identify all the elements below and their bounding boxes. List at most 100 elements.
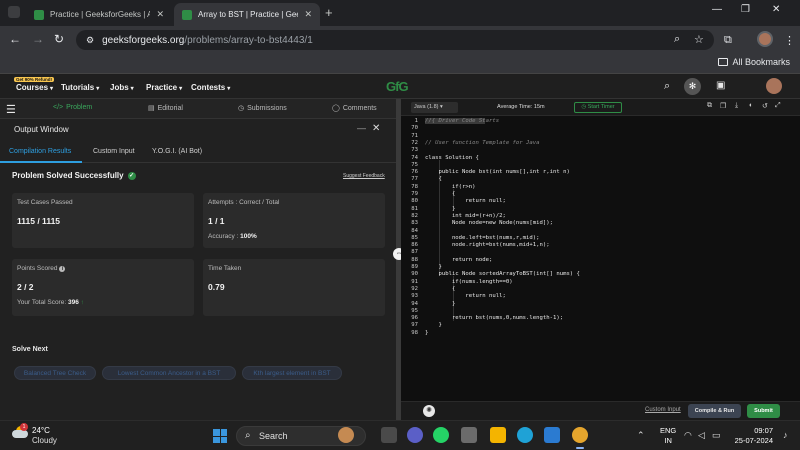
start-timer-button[interactable]: ◷ Start Timer <box>574 102 622 113</box>
tab-custom-input[interactable]: Custom Input <box>93 148 135 155</box>
tab-problem[interactable]: </> Problem <box>53 104 92 111</box>
code-icon: </> <box>53 104 64 111</box>
clock-icon: ◷ <box>238 105 245 112</box>
line-number: 70 <box>411 125 418 132</box>
line-number: 89 <box>411 264 418 270</box>
suggest-feedback-link[interactable]: Suggest Feedback <box>343 173 385 179</box>
app-icon[interactable] <box>461 427 477 443</box>
line-number: 94 <box>411 300 418 307</box>
custom-input-link[interactable]: Custom Input <box>645 407 681 413</box>
browser-tab-array-to-bst[interactable]: Array to BST | Practice | Geeksfo ✕ <box>174 3 320 26</box>
chevron-down-icon: ▾ <box>130 86 134 92</box>
card-value: 0.79 <box>208 282 225 292</box>
chrome-menu-icon[interactable]: ⋮ <box>784 34 795 47</box>
whatsapp-icon[interactable] <box>433 427 449 443</box>
site-info-icon[interactable]: ⚙ <box>86 35 94 46</box>
close-window-icon[interactable]: ✕ <box>772 4 780 15</box>
line-number: 93 <box>411 293 418 300</box>
new-tab-icon[interactable]: + <box>325 5 333 20</box>
download-icon[interactable]: ⤓ <box>735 102 738 110</box>
nav-contests[interactable]: Contests ▾ <box>191 83 230 92</box>
document-icon: ▤ <box>148 105 155 112</box>
reload-icon[interactable]: ↻ <box>54 32 64 46</box>
nav-tutorials[interactable]: Tutorials ▾ <box>61 83 99 92</box>
tab-submissions[interactable]: ◷ Submissions <box>238 104 287 112</box>
taskbar-search-label: Search <box>259 431 288 441</box>
user-avatar[interactable] <box>766 78 782 94</box>
reset-icon[interactable]: ↺ <box>762 102 768 110</box>
line-number: 97 <box>411 322 418 329</box>
restore-window-icon[interactable]: ❐ <box>741 4 750 15</box>
address-bar[interactable]: ⚙ geeksforgeeks.org/problems/array-to-bs… <box>76 30 714 50</box>
search-icon[interactable]: ⌕ <box>664 80 670 93</box>
forward-icon[interactable]: → <box>32 32 44 46</box>
test-cases-card: Test Cases Passed 1115 / 1115 <box>12 193 194 248</box>
fullscreen-icon[interactable]: ⧉ <box>707 102 712 110</box>
all-bookmarks-label: All Bookmarks <box>732 57 790 67</box>
windows-start-icon[interactable] <box>213 429 227 443</box>
solve-next-chip[interactable]: Balanced Tree Check <box>14 366 96 380</box>
input-language[interactable]: ENG IN <box>660 426 676 446</box>
theme-toggle-icon[interactable]: ✻ <box>684 78 701 95</box>
bookmark-star-icon[interactable]: ☆ <box>694 33 704 46</box>
close-tab-icon[interactable]: ✕ <box>156 9 164 20</box>
total-score-label: Your Total Score: <box>17 299 67 306</box>
browser-tab-title: Array to BST | Practice | Geeksfo <box>198 10 298 19</box>
video-call-icon[interactable] <box>407 427 423 443</box>
line-number: 77 <box>411 176 418 183</box>
tab-compilation-results[interactable]: Compilation Results <box>9 148 71 155</box>
notification-bell-icon[interactable]: ♪ <box>783 430 788 440</box>
chevron-up-icon[interactable]: ⌃ <box>637 430 645 441</box>
submit-button[interactable]: Submit <box>747 404 780 418</box>
code-line: { <box>425 191 456 197</box>
tab-search-icon[interactable] <box>8 6 20 18</box>
nav-practice[interactable]: Practice ▾ <box>146 83 182 92</box>
close-icon[interactable]: ✕ <box>372 123 380 134</box>
nav-courses[interactable]: Courses ▾ <box>16 83 53 92</box>
tab-yogi-ai-bot[interactable]: Y.O.G.I. (AI Bot) <box>152 148 202 155</box>
tab-editorial[interactable]: ▤ Editorial <box>148 104 183 112</box>
search-highlight-icon <box>338 427 354 443</box>
solve-next-chip[interactable]: Kth largest element in BST <box>242 366 342 380</box>
gfg-logo[interactable]: GfG <box>386 79 409 94</box>
chrome-icon[interactable] <box>572 427 588 449</box>
profile-avatar[interactable] <box>757 31 773 47</box>
code-line: Node node=new Node(nums[mid]); <box>425 220 553 227</box>
line-number: 72 <box>411 139 418 146</box>
notification-icon[interactable]: ▣ <box>716 80 725 91</box>
solve-next-chip[interactable]: Lowest Common Ancestor in a BST <box>102 366 236 380</box>
code-line: if(r>n) <box>425 183 476 190</box>
system-clock[interactable]: 09:07 25-07-2024 <box>733 426 773 446</box>
edge-icon[interactable] <box>517 427 533 443</box>
browser-tab-practice[interactable]: Practice | GeeksforGeeks | A co ✕ <box>26 3 172 26</box>
volume-icon[interactable]: ◁ <box>698 430 705 441</box>
tab-comments[interactable]: ◯ Comments <box>332 104 377 112</box>
info-icon[interactable]: i <box>59 266 66 272</box>
language-select[interactable]: Java (1.8) ▾ <box>411 102 458 113</box>
copy-icon[interactable]: ❐ <box>720 102 726 110</box>
extensions-icon[interactable]: ⧉ <box>724 34 732 47</box>
zoom-icon[interactable]: ⌕ <box>674 33 680 46</box>
menu-icon[interactable]: ☰ <box>6 103 16 116</box>
nav-jobs[interactable]: Jobs ▾ <box>110 83 134 92</box>
battery-icon[interactable]: ▭ <box>712 430 721 441</box>
timer-label: Start Timer <box>587 104 615 110</box>
line-number-gutter: 1 70 71 72 73 74 75 76 77 78 79 80 81 82 83 84 85 86 87 88 8… <box>401 116 423 401</box>
task-view-icon[interactable] <box>381 427 397 443</box>
vscode-icon[interactable] <box>544 427 560 443</box>
weather-temperature[interactable]: 24°C <box>32 426 50 435</box>
code-area[interactable]: //{ Driver Code Starts // User function T… <box>425 116 800 401</box>
close-tab-icon[interactable]: ✕ <box>304 9 312 20</box>
back-icon[interactable]: ← <box>9 32 21 46</box>
minimize-icon[interactable]: — <box>357 123 366 133</box>
bulb-icon[interactable]: ✺ <box>423 405 435 417</box>
expand-icon[interactable]: ⤢ <box>775 102 781 110</box>
file-explorer-icon[interactable] <box>490 427 506 443</box>
minimize-window-icon[interactable]: — <box>712 4 722 15</box>
weather-description[interactable]: Cloudy <box>32 436 57 445</box>
wifi-icon[interactable]: ◠ <box>684 430 692 441</box>
theme-icon[interactable]: ◐ <box>749 102 753 109</box>
compile-run-button[interactable]: Compile & Run <box>688 404 741 418</box>
refund-badge[interactable]: Get 90% Refund! <box>14 77 55 82</box>
all-bookmarks-button[interactable]: All Bookmarks <box>718 57 790 67</box>
